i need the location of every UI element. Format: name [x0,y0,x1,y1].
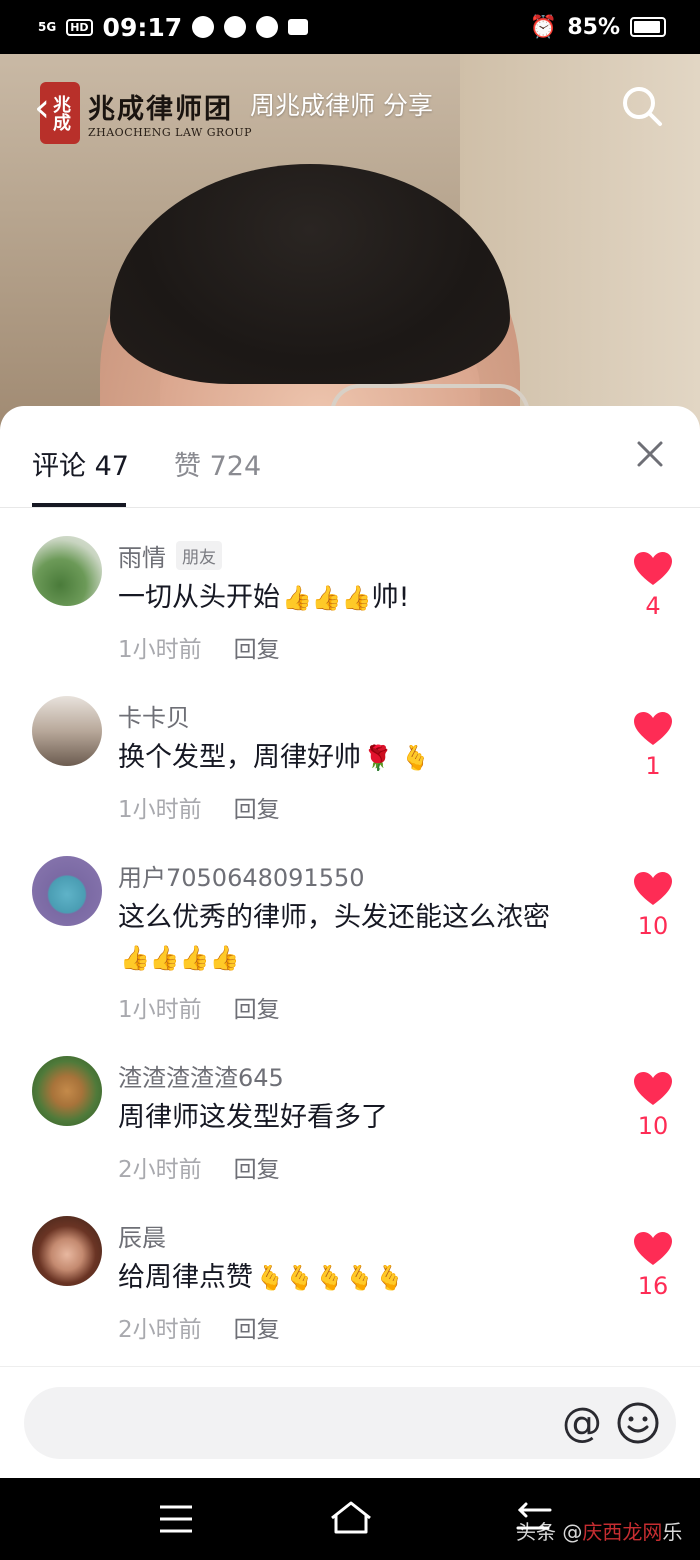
comment-item: 雨情 朋友 一切从头开始👍👍👍帅! 1小时前 回复 4 [0,534,700,684]
comment-text: 这么优秀的律师，头发还能这么浓密 [118,902,550,933]
heart-icon[interactable] [634,872,672,906]
tab-likes[interactable]: 赞 724 [174,444,261,483]
reply-button[interactable]: 回复 [234,637,280,663]
comment-text-after: 帅! [371,582,410,613]
mention-at-icon[interactable]: @ [560,1401,604,1445]
comment-item: 用户7050648091550 这么优秀的律师，头发还能这么浓密 👍👍👍👍 1小时… [0,854,700,1044]
video-title: 周兆成律师 分享 [250,91,433,120]
menu-icon[interactable] [158,1504,194,1534]
watermark: 头条 @庆西龙网乐 [516,1516,682,1545]
watermark-suffix: 乐 [662,1520,683,1544]
comment-username[interactable]: 卡卡贝 [118,704,190,732]
tab-comments[interactable]: 评论 47 [32,444,129,483]
like-count: 16 [637,1272,669,1300]
back-chevron-icon[interactable]: ‹ [34,88,64,128]
avatar[interactable] [32,536,102,606]
status-left: 5G HD 09:17 [38,12,309,42]
speed-notification-icon [256,16,279,38]
home-icon[interactable] [328,1500,374,1536]
like-count: 4 [645,592,661,620]
app-notification-icon [224,16,247,38]
logo-name-en: ZHAOCHENG LAW GROUP [88,126,253,139]
video-player[interactable]: 兆成 兆成律师团 ZHAOCHENG LAW GROUP ‹ 周兆成律师 分享 [0,54,700,434]
comment-input[interactable]: @ [24,1387,676,1459]
comment-time: 2小时前 [118,1317,202,1343]
reply-button[interactable]: 回复 [234,997,280,1023]
heart-icon[interactable] [634,552,672,586]
comment-text: 周律师这发型好看多了 [118,1102,388,1133]
comment-tabs: 评论 47 赞 724 [0,406,700,508]
search-icon[interactable] [620,84,664,128]
comment-username[interactable]: 辰晨 [118,1224,166,1252]
comment-time: 1小时前 [118,637,202,663]
hd-indicator: HD [66,18,93,36]
avatar[interactable] [32,856,102,926]
comment-username[interactable]: 用户7050648091550 [118,864,365,892]
thumbs-up-emoji-icon: 👍👍👍👍 [120,944,240,972]
tab-active-indicator [32,503,126,507]
comment-text: 换个发型，周律好帅 [118,742,361,773]
network-indicator: 5G [38,20,57,34]
like-count: 10 [637,1112,669,1140]
friend-badge: 朋友 [176,541,222,570]
comment-time: 1小时前 [118,997,202,1023]
alarm-icon: ⏰ [529,14,558,40]
comment-item: 辰晨 给周律点赞🫰🫰🫰🫰🫰 2小时前 回复 16 [0,1214,700,1364]
status-bar: 5G HD 09:17 ⏰ 85% [0,0,700,54]
comment-sheet: 评论 47 赞 724 雨情 朋友 一切从头开始👍👍👍帅! 1小时前 回复 4 卡卡… [0,406,700,1478]
heart-icon[interactable] [634,1072,672,1106]
emoji-icon[interactable] [616,1401,660,1445]
heart-icon[interactable] [634,712,672,746]
comment-time: 1小时前 [118,797,202,823]
avatar[interactable] [32,1056,102,1126]
comment-username[interactable]: 渣渣渣渣渣645 [118,1064,284,1092]
rose-heart-emoji-icon: 🌹 🫰 [363,744,431,772]
logo-name-cn: 兆成律师团 [88,94,233,125]
law-group-logo: 兆成 兆成律师团 ZHAOCHENG LAW GROUP [40,82,252,144]
clock: 09:17 [102,12,183,42]
avatar[interactable] [32,696,102,766]
avatar[interactable] [32,1216,102,1286]
close-icon[interactable] [634,438,666,470]
reply-button[interactable]: 回复 [234,797,280,823]
battery-percent: 85% [567,14,620,40]
thumbs-up-emoji-icon: 👍👍👍 [282,584,372,612]
video-person-hair [110,164,510,384]
finger-heart-emoji-icon: 🫰🫰🫰🫰🫰 [255,1264,405,1292]
reply-button[interactable]: 回复 [234,1157,280,1183]
reply-button[interactable]: 回复 [234,1317,280,1343]
comment-item: 卡卡贝 换个发型，周律好帅🌹 🫰 1小时前 回复 1 [0,694,700,844]
watermark-source: 头条 @ [516,1520,583,1544]
like-count: 1 [645,752,661,780]
status-right: ⏰ 85% [530,15,666,40]
video-notification-icon [288,19,309,35]
heart-icon[interactable] [634,1232,672,1266]
battery-icon [630,17,666,37]
comment-item: 渣渣渣渣渣645 周律师这发型好看多了 2小时前 回复 10 [0,1054,700,1204]
comment-username[interactable]: 雨情 [118,544,166,572]
system-nav-bar: 头条 @庆西龙网乐 [0,1478,700,1560]
like-count: 10 [637,912,669,940]
watermark-site: 庆西龙网 [582,1520,663,1544]
comment-input-bar: @ [0,1366,700,1478]
comment-text: 给周律点赞 [118,1262,253,1293]
comment-time: 2小时前 [118,1157,202,1183]
comment-text: 一切从头开始 [118,582,280,613]
wechat-notification-icon [192,16,215,38]
